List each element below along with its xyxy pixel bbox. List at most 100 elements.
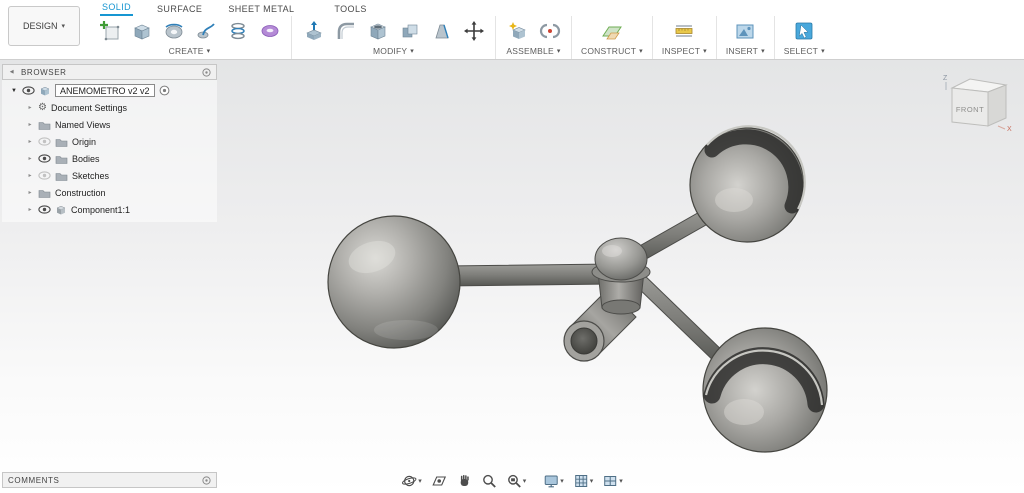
- pan-hand-icon: [460, 475, 469, 486]
- move-copy-icon[interactable]: [461, 19, 486, 44]
- insert-dropdown[interactable]: INSERT ▾: [726, 46, 765, 59]
- viewcube-x-axis-label: X: [1007, 126, 1012, 133]
- orbit-button[interactable]: ▾: [400, 472, 423, 490]
- insert-label: INSERT: [725, 46, 759, 56]
- assemble-label: ASSEMBLE: [506, 46, 554, 56]
- caret-down-icon: ▾: [560, 477, 564, 485]
- select-icon[interactable]: [792, 19, 817, 44]
- lower-right-cup[interactable]: [702, 327, 828, 453]
- document-icon: [40, 86, 50, 95]
- combine-icon[interactable]: [397, 19, 422, 44]
- folder-icon: [55, 155, 68, 164]
- shell-icon[interactable]: [365, 19, 390, 44]
- construct-icons: [599, 16, 624, 46]
- look-at-button[interactable]: [430, 472, 448, 490]
- viewports-button[interactable]: ▾: [601, 472, 624, 490]
- create-dropdown[interactable]: CREATE ▾: [169, 46, 211, 59]
- select-label: SELECT: [783, 46, 819, 56]
- browser-item-bodies[interactable]: ▸ Bodies: [2, 150, 217, 167]
- assemble-dropdown[interactable]: ASSEMBLE ▾: [506, 46, 560, 59]
- select-icons: [792, 16, 817, 46]
- ribbon-group-create: CREATE ▾: [88, 16, 292, 59]
- tab-sheet-metal[interactable]: SHEET METAL: [226, 2, 296, 16]
- construct-dropdown[interactable]: CONSTRUCT ▾: [581, 46, 643, 59]
- browser-item-origin[interactable]: ▸ Origin: [2, 133, 217, 150]
- expand-icon[interactable]: ▸: [26, 121, 34, 128]
- expand-icon[interactable]: ▸: [26, 206, 34, 213]
- inspect-dropdown[interactable]: INSPECT ▾: [662, 46, 707, 59]
- expand-icon[interactable]: ▸: [26, 172, 34, 179]
- create-label: CREATE: [168, 46, 204, 56]
- browser-tree: ▼ ANEMOMETRO v2 v2 ▸ ⚙ Document Settings…: [2, 80, 217, 222]
- caret-down-icon: ▾: [418, 477, 422, 485]
- coil-icon[interactable]: [225, 19, 250, 44]
- panel-options-icon[interactable]: [202, 475, 211, 485]
- display-settings-button[interactable]: ▾: [542, 472, 565, 490]
- fillet-icon[interactable]: [333, 19, 358, 44]
- component-icon: [56, 205, 66, 214]
- tab-surface[interactable]: SURFACE: [155, 2, 204, 16]
- navigation-toolbar: ▾ ▾ ▾ ▾ ▾: [400, 472, 624, 490]
- expand-icon[interactable]: ▸: [26, 138, 34, 145]
- visibility-icon[interactable]: [38, 205, 51, 214]
- browser-item-construction[interactable]: ▸ Construction: [2, 184, 217, 201]
- insert-canvas-icon[interactable]: [733, 19, 758, 44]
- design-menu-button[interactable]: DESIGN ▾: [8, 6, 80, 46]
- viewcube-right-face[interactable]: [987, 84, 1007, 127]
- browser-panel: ◀ BROWSER ▼ ANEMOMETRO v2 v2 ▸ ⚙ Documen…: [2, 64, 217, 222]
- visibility-off-icon[interactable]: [38, 171, 51, 180]
- tab-solid[interactable]: SOLID: [100, 0, 134, 16]
- visibility-icon[interactable]: [38, 154, 51, 163]
- measure-icon[interactable]: [672, 19, 697, 44]
- browser-item-sketches[interactable]: ▸ Sketches: [2, 167, 217, 184]
- viewport-3d[interactable]: FRONT Z X ◀ BROWSER ▼ ANEMOMETRO v2 v2 ▸…: [0, 60, 1024, 493]
- browser-item-root[interactable]: ▼ ANEMOMETRO v2 v2: [2, 82, 217, 99]
- revolve-icon[interactable]: [161, 19, 186, 44]
- folder-icon: [55, 138, 68, 147]
- create-sketch-icon[interactable]: [97, 19, 122, 44]
- sweep-icon[interactable]: [193, 19, 218, 44]
- browser-item-document-settings[interactable]: ▸ ⚙ Document Settings: [2, 99, 217, 116]
- top-toolbar: DESIGN ▾ SOLID SURFACE SHEET METAL TOOLS: [0, 0, 1024, 60]
- visibility-icon[interactable]: [22, 86, 35, 95]
- panel-options-icon[interactable]: [202, 67, 211, 77]
- visibility-off-icon[interactable]: [38, 137, 51, 146]
- caret-down-icon: ▾: [761, 47, 765, 55]
- left-sphere[interactable]: [327, 215, 461, 349]
- modify-dropdown[interactable]: MODIFY ▾: [373, 46, 414, 59]
- ribbon-group-modify: MODIFY ▾: [292, 16, 496, 59]
- display-settings-icon: [544, 475, 558, 488]
- browser-item-component1[interactable]: ▸ Component1:1: [2, 201, 217, 218]
- browser-item-named-views[interactable]: ▸ Named Views: [2, 116, 217, 133]
- joint-icon[interactable]: [537, 19, 562, 44]
- pan-button[interactable]: [455, 472, 473, 490]
- ribbon-groups: CREATE ▾ MODIFY ▾ ASSEMBLE ▾ CONSTRUCT ▾…: [88, 16, 1024, 59]
- expand-icon[interactable]: ▸: [26, 189, 34, 196]
- browser-header[interactable]: ◀ BROWSER: [2, 64, 217, 80]
- expand-icon[interactable]: ▸: [26, 104, 34, 111]
- construction-plane-icon[interactable]: [599, 19, 624, 44]
- draft-icon[interactable]: [429, 19, 454, 44]
- ribbon-group-construct: CONSTRUCT ▾: [572, 16, 653, 59]
- box-icon[interactable]: [129, 19, 154, 44]
- grid-snaps-icon: [574, 475, 587, 487]
- caret-down-icon: ▾: [410, 47, 414, 55]
- viewcube[interactable]: FRONT Z X: [938, 68, 1016, 134]
- panel-collapse-icon[interactable]: ◀: [8, 69, 16, 75]
- torus-icon[interactable]: [257, 19, 282, 44]
- zoom-window-button[interactable]: ▾: [505, 472, 528, 490]
- item-label: Document Settings: [50, 102, 128, 113]
- upper-right-cup[interactable]: [689, 125, 806, 243]
- new-component-icon[interactable]: [505, 19, 530, 44]
- expand-icon[interactable]: ▼: [10, 88, 18, 94]
- zoom-button[interactable]: [480, 472, 498, 490]
- root-document-label[interactable]: ANEMOMETRO v2 v2: [55, 84, 155, 97]
- tab-tools[interactable]: TOOLS: [332, 2, 368, 16]
- press-pull-icon[interactable]: [301, 19, 326, 44]
- grid-snaps-button[interactable]: ▾: [572, 472, 595, 490]
- select-dropdown[interactable]: SELECT ▾: [784, 46, 825, 59]
- comments-header[interactable]: COMMENTS: [2, 472, 217, 488]
- zoom-icon: [482, 474, 496, 488]
- activate-component-radio[interactable]: [159, 85, 170, 96]
- expand-icon[interactable]: ▸: [26, 155, 34, 162]
